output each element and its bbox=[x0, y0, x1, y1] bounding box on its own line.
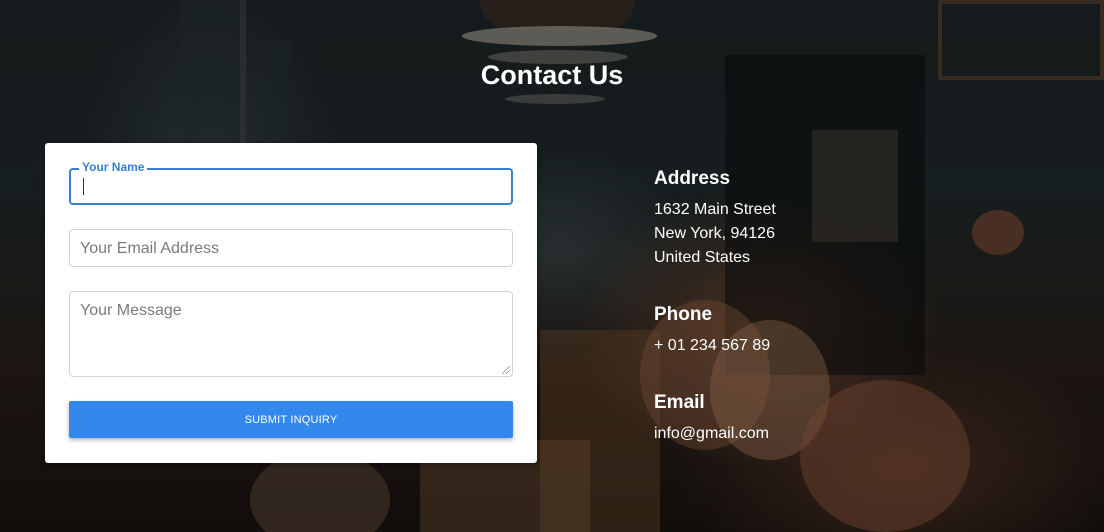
name-field[interactable]: Your Name bbox=[69, 160, 513, 205]
email-section: Email info@gmail.com bbox=[654, 392, 769, 446]
email-placeholder: Your Email Address bbox=[80, 240, 220, 257]
email-field[interactable]: Your Email Address bbox=[69, 229, 513, 267]
resize-handle-icon[interactable] bbox=[502, 366, 510, 374]
contact-form: Your Name Your Email Address Your Messag… bbox=[45, 143, 537, 463]
message-placeholder: Your Message bbox=[80, 302, 182, 319]
address-line: United States bbox=[654, 249, 751, 266]
phone-heading: Phone bbox=[654, 304, 713, 325]
address-line: New York, 94126 bbox=[654, 225, 775, 242]
page-title: Contact Us bbox=[480, 60, 624, 90]
message-field[interactable]: Your Message bbox=[69, 291, 513, 377]
address-heading: Address bbox=[654, 168, 731, 189]
email-heading: Email bbox=[654, 392, 705, 413]
text-cursor bbox=[83, 178, 84, 195]
phone-number: + 01 234 567 89 bbox=[654, 337, 771, 354]
address-section: Address 1632 Main Street New York, 94126… bbox=[654, 168, 776, 270]
email-address: info@gmail.com bbox=[654, 425, 769, 442]
name-field-label: Your Name bbox=[79, 160, 148, 174]
submit-button[interactable]: SUBMIT INQUIRY bbox=[69, 401, 513, 438]
phone-section: Phone + 01 234 567 89 bbox=[654, 304, 770, 358]
address-line: 1632 Main Street bbox=[654, 201, 776, 218]
